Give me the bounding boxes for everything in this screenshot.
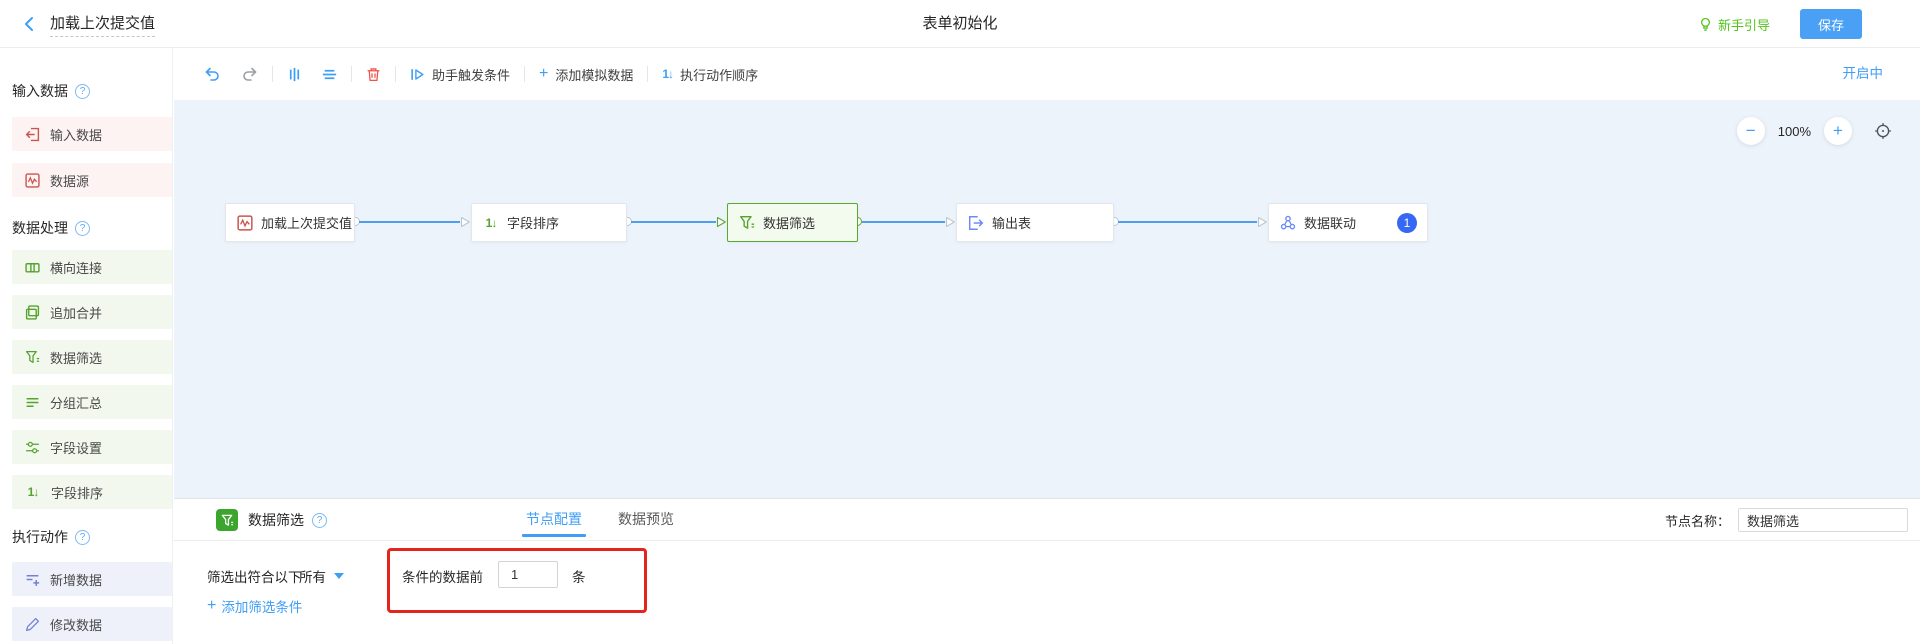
edge-arrow-icon	[945, 216, 956, 228]
sidebar-item-horizontal-join[interactable]: 横向连接	[12, 250, 172, 284]
zoom-controls: − 100% +	[1737, 117, 1892, 145]
toolbar-divider	[272, 66, 273, 82]
import-icon	[25, 127, 40, 142]
append-merge-icon	[25, 305, 40, 320]
field-settings-icon	[25, 440, 40, 455]
section-title-data-processing: 数据处理 ?	[12, 218, 90, 238]
flow-node-load-last-submit[interactable]: 加载上次提交值	[225, 203, 355, 242]
edge-line	[862, 221, 945, 223]
node-name-label: 节点名称：	[1665, 511, 1730, 530]
lightbulb-icon	[1698, 17, 1713, 32]
sidebar-item-input-data[interactable]: 输入数据	[12, 117, 172, 151]
edge-line	[359, 221, 460, 223]
delete-icon[interactable]	[366, 67, 381, 82]
align-horizontal-icon[interactable]	[322, 67, 337, 82]
node-badge: 1	[1397, 213, 1417, 233]
save-button[interactable]: 保存	[1800, 9, 1862, 39]
sidebar-item-field-sort[interactable]: 1↓ 字段排序	[12, 475, 172, 509]
sidebar-item-field-settings[interactable]: 字段设置	[12, 430, 172, 464]
filter-icon	[25, 350, 40, 365]
datasource-icon	[237, 215, 253, 231]
flow-node-data-filter[interactable]: 数据筛选	[727, 203, 858, 242]
flow-canvas[interactable]: − 100% +	[174, 100, 1920, 498]
edge-line	[631, 221, 716, 223]
add-mock-data-button[interactable]: + 添加模拟数据	[539, 65, 633, 84]
section-title-actions: 执行动作 ?	[12, 527, 90, 547]
panel-tabs: 节点配置 数据预览	[526, 499, 674, 541]
help-icon[interactable]: ?	[75, 221, 90, 236]
tab-node-config[interactable]: 节点配置	[526, 499, 582, 541]
field-sort-icon: 1↓	[25, 485, 41, 499]
zoom-level: 100%	[1778, 124, 1811, 139]
page-title: 表单初始化	[0, 0, 1920, 48]
node-library-sidebar: 输入数据 ? 输入数据 数据源 数据处理 ? 横向连接 追加合并 数据筛选	[0, 48, 173, 644]
node-config-panel: 数据筛选 ? 节点配置 数据预览 节点名称： 筛选出符合以下 所有 条件的数据前…	[174, 498, 1920, 644]
zoom-in-button[interactable]: +	[1824, 117, 1852, 145]
sort-order-icon: 1↓	[662, 67, 673, 81]
filter-middle-label: 条件的数据前	[402, 566, 483, 586]
help-icon[interactable]: ?	[312, 513, 327, 528]
undo-icon[interactable]	[204, 66, 221, 82]
output-table-icon	[968, 215, 984, 231]
add-filter-condition-button[interactable]: + 添加筛选条件	[207, 596, 302, 616]
top-header: 加载上次提交值 表单初始化 新手引导 保存	[0, 0, 1920, 48]
back-icon[interactable]	[22, 16, 38, 32]
trigger-condition-icon	[410, 67, 425, 82]
sidebar-item-group-summary[interactable]: 分组汇总	[12, 385, 172, 419]
filter-config-body: 筛选出符合以下 所有 条件的数据前 条 + 添加筛选条件	[174, 541, 1920, 644]
flow-node-field-sort[interactable]: 1↓ 字段排序	[471, 203, 627, 242]
add-data-icon	[25, 572, 40, 587]
action-order-button[interactable]: 1↓ 执行动作顺序	[662, 65, 758, 84]
toolbar-divider	[647, 66, 648, 82]
filter-icon	[216, 509, 238, 531]
sidebar-item-add-data[interactable]: 新增数据	[12, 562, 172, 596]
align-vertical-icon[interactable]	[287, 67, 302, 82]
edit-data-icon	[25, 617, 40, 632]
help-icon[interactable]: ?	[75, 530, 90, 545]
filter-icon	[739, 215, 755, 231]
toolbar-divider	[395, 66, 396, 82]
field-sort-icon: 1↓	[483, 216, 499, 230]
edge-line	[1118, 221, 1257, 223]
edge-arrow-icon	[1257, 216, 1268, 228]
redo-icon[interactable]	[241, 66, 258, 82]
main-area: 助手触发条件 + 添加模拟数据 1↓ 执行动作顺序 开启中 − 100% +	[174, 48, 1920, 644]
flow-node-output-table[interactable]: 输出表	[956, 203, 1114, 242]
zoom-out-button[interactable]: −	[1737, 117, 1765, 145]
edge-arrow-icon	[460, 216, 471, 228]
datasource-icon	[25, 173, 40, 188]
panel-node-title: 数据筛选	[248, 510, 304, 530]
node-name-input[interactable]	[1738, 508, 1908, 532]
data-linkage-icon	[1280, 215, 1296, 231]
horizontal-join-icon	[25, 260, 40, 275]
help-icon[interactable]: ?	[75, 84, 90, 99]
assistant-trigger-button[interactable]: 助手触发条件	[410, 65, 510, 84]
tab-data-preview[interactable]: 数据预览	[618, 499, 674, 541]
sidebar-item-data-filter[interactable]: 数据筛选	[12, 340, 172, 374]
group-summary-icon	[25, 395, 40, 410]
match-mode-dropdown[interactable]: 所有	[299, 566, 344, 586]
beginner-guide-label: 新手引导	[1718, 15, 1770, 34]
chevron-down-icon	[334, 573, 344, 579]
assistant-status-toggle[interactable]: 开启中	[1843, 48, 1884, 100]
beginner-guide-button[interactable]: 新手引导	[1698, 15, 1770, 34]
sidebar-item-append-merge[interactable]: 追加合并	[12, 295, 172, 329]
canvas-toolbar: 助手触发条件 + 添加模拟数据 1↓ 执行动作顺序 开启中	[174, 48, 1920, 100]
sidebar-item-datasource[interactable]: 数据源	[12, 163, 172, 197]
edge-arrow-icon	[716, 216, 727, 228]
plus-icon: +	[207, 599, 216, 613]
locate-icon[interactable]	[1874, 122, 1892, 140]
panel-header: 数据筛选 ? 节点配置 数据预览 节点名称：	[174, 499, 1920, 541]
section-title-input-data: 输入数据 ?	[12, 81, 90, 101]
filter-prefix-label: 筛选出符合以下	[207, 566, 302, 586]
plus-icon: +	[539, 67, 548, 81]
flow-name[interactable]: 加载上次提交值	[50, 12, 155, 37]
filter-suffix-label: 条	[572, 566, 586, 586]
toolbar-divider	[524, 66, 525, 82]
flow-node-data-linkage[interactable]: 数据联动 1	[1268, 203, 1428, 242]
toolbar-divider	[351, 66, 352, 82]
sidebar-item-edit-data[interactable]: 修改数据	[12, 607, 172, 641]
limit-count-input[interactable]	[498, 561, 558, 588]
